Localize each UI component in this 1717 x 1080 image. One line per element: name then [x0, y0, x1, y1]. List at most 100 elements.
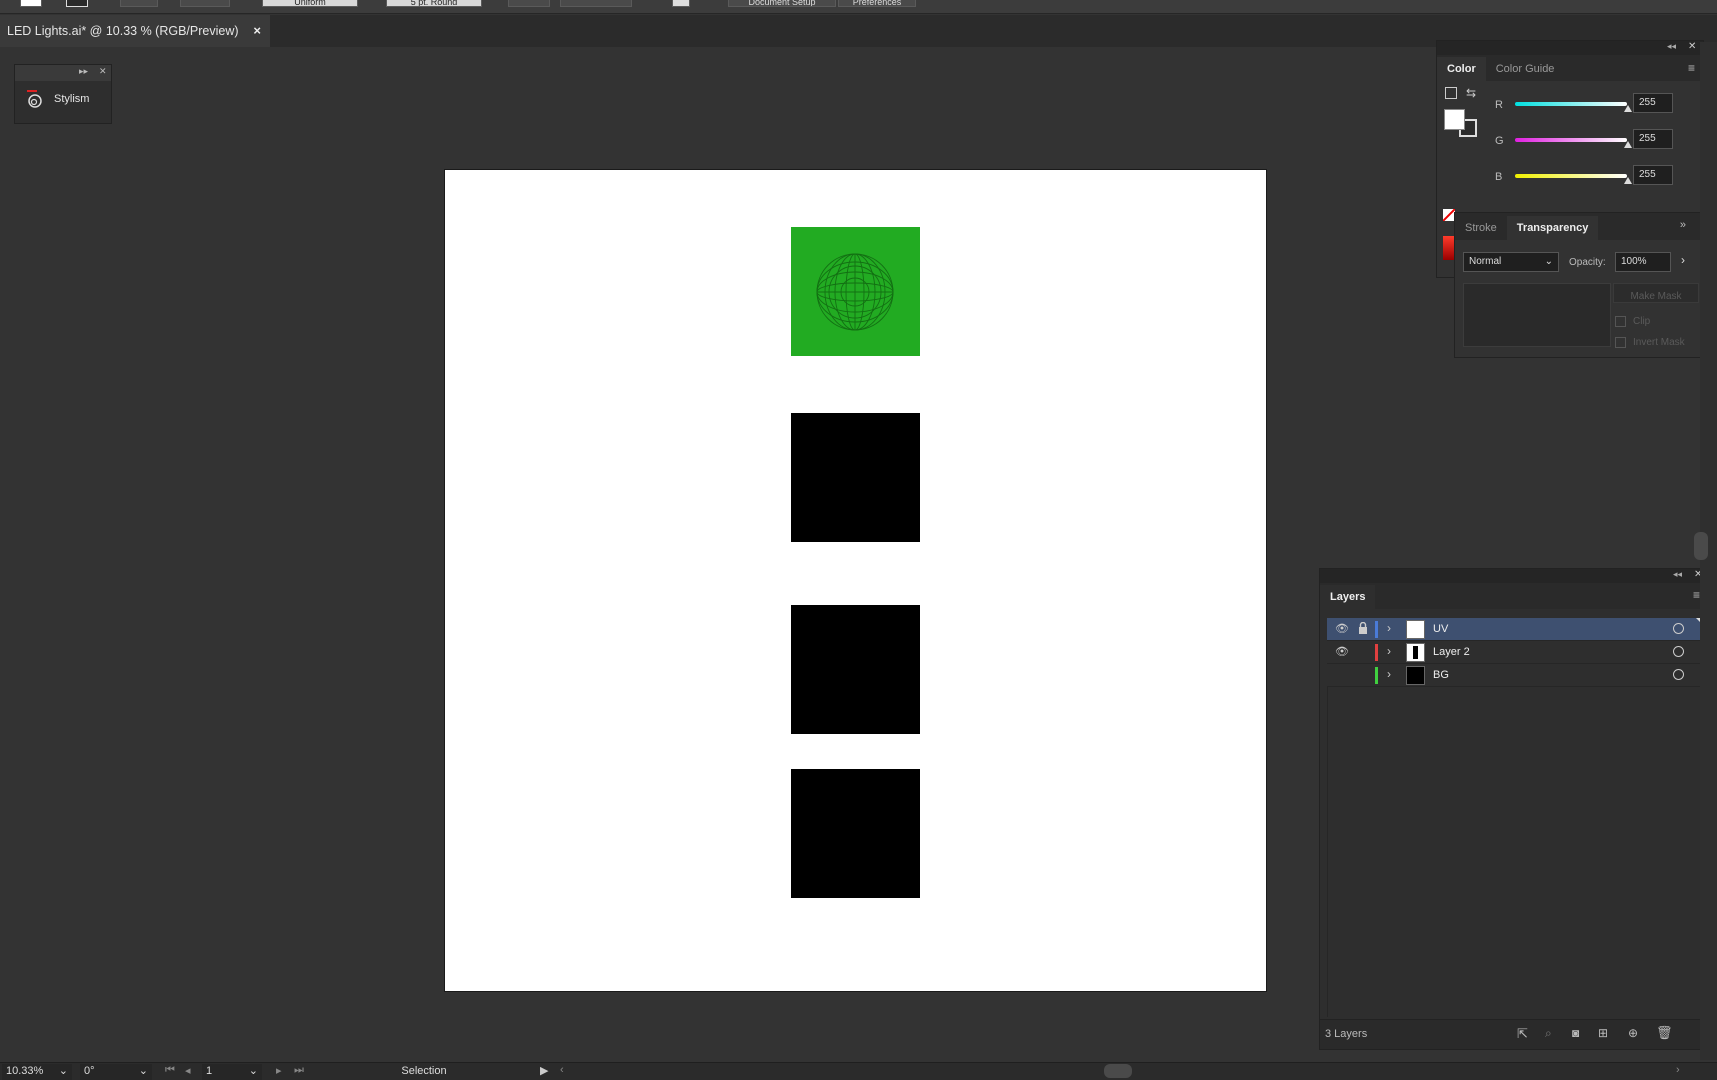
- search-icon[interactable]: ⌕: [1545, 1026, 1552, 1041]
- blue-slider-row: B 255: [1437, 165, 1697, 189]
- close-icon[interactable]: ×: [253, 23, 261, 38]
- document-tab[interactable]: LED Lights.ai* @ 10.33 % (RGB/Preview) ×: [0, 15, 270, 47]
- previous-artboard-icon[interactable]: ◂: [185, 1064, 191, 1077]
- collapse-icon[interactable]: ◂◂: [1667, 41, 1676, 52]
- blue-label: B: [1495, 171, 1503, 183]
- new-sublayer-icon[interactable]: ⊞: [1598, 1026, 1608, 1040]
- layer-thumbnail: [1406, 620, 1425, 639]
- brush-dropdown[interactable]: 5 pt. Round: [386, 0, 482, 7]
- chevron-right-icon[interactable]: ›: [1387, 667, 1391, 681]
- new-layer-icon[interactable]: ⊕: [1628, 1026, 1638, 1040]
- target-circle-icon[interactable]: [1673, 623, 1684, 634]
- eye-icon[interactable]: 👁: [1335, 645, 1349, 658]
- layer-row-layer-2[interactable]: 👁 › Layer 2: [1327, 641, 1702, 664]
- layer-name[interactable]: Layer 2: [1433, 646, 1470, 658]
- make-mask-label: Make Mask: [1630, 291, 1682, 302]
- layer-row-bg[interactable]: › BG: [1327, 664, 1702, 687]
- layer-row-uv[interactable]: 👁 › UV: [1327, 618, 1702, 641]
- control-bar: Uniform 5 pt. Round Document Setup Prefe…: [0, 0, 1717, 14]
- panel-menu-icon[interactable]: ≡: [1688, 61, 1695, 75]
- green-slider-track[interactable]: [1515, 138, 1627, 142]
- chevron-right-icon[interactable]: ›: [1387, 621, 1391, 635]
- zoom-dropdown[interactable]: 10.33% ⌄: [2, 1064, 72, 1080]
- layer-color-bar: [1375, 621, 1378, 638]
- style-dropdown[interactable]: [560, 0, 632, 7]
- arrange-icon[interactable]: [932, 0, 944, 7]
- stylism-label: Stylism: [54, 93, 90, 105]
- play-icon[interactable]: ▶: [540, 1064, 548, 1077]
- invert-mask-checkbox[interactable]: [1615, 337, 1626, 348]
- close-icon[interactable]: ✕: [1688, 41, 1696, 52]
- make-mask-button[interactable]: Make Mask: [1613, 283, 1699, 303]
- next-artboard-icon[interactable]: ▸: [276, 1064, 282, 1077]
- tab-stroke[interactable]: Stroke: [1455, 216, 1507, 240]
- green-slider-row: G 255: [1437, 129, 1697, 153]
- clip-checkbox[interactable]: [1615, 316, 1626, 327]
- vertical-scroll-thumb[interactable]: [1694, 532, 1708, 560]
- stroke-weight-field[interactable]: [180, 0, 230, 7]
- expand-icon[interactable]: ▸▸: [79, 66, 88, 77]
- stroke-swatch[interactable]: [66, 0, 88, 7]
- status-bar: 10.33% ⌄ 0° ⌄ ⏮ ◂ 1 ⌄ ▸ ⏭ Selection ▶ ‹ …: [0, 1062, 1717, 1080]
- collapse-icon[interactable]: ◂◂: [1673, 569, 1682, 580]
- first-artboard-icon[interactable]: ⏮: [165, 1064, 175, 1077]
- layers-footer: 3 Layers ⇱ ⌕ ◙ ⊞ ⊕ 🗑: [1320, 1019, 1708, 1049]
- red-slider-track[interactable]: [1515, 102, 1627, 106]
- eye-icon[interactable]: 👁: [1335, 622, 1349, 635]
- red-slider-thumb[interactable]: [1624, 105, 1632, 112]
- trash-icon[interactable]: 🗑: [1656, 1025, 1673, 1041]
- chevron-right-icon[interactable]: ›: [1387, 644, 1391, 658]
- opacity-control[interactable]: [508, 0, 550, 7]
- artboard-number-dropdown[interactable]: 1 ⌄: [202, 1064, 262, 1080]
- target-circle-icon[interactable]: [1673, 646, 1684, 657]
- opacity-field[interactable]: 100%: [1615, 252, 1671, 272]
- red-value-field[interactable]: 255: [1633, 93, 1673, 113]
- blue-value-field[interactable]: 255: [1633, 165, 1673, 185]
- scroll-right-icon[interactable]: ›: [1676, 1064, 1680, 1076]
- transparency-panel: Stroke Transparency » ≡ Normal ⌄ Opacity…: [1454, 212, 1717, 358]
- scroll-left-icon[interactable]: ‹: [560, 1064, 564, 1076]
- opacity-arrow-icon[interactable]: ›: [1681, 253, 1685, 267]
- red-slider-row: R 255: [1437, 93, 1697, 117]
- green-led-square[interactable]: [791, 227, 920, 356]
- tab-layers[interactable]: Layers: [1320, 585, 1376, 609]
- layer-name[interactable]: UV: [1433, 623, 1448, 635]
- export-icon[interactable]: ⇱: [1517, 1026, 1528, 1042]
- layers-count: 3 Layers: [1325, 1028, 1368, 1040]
- last-artboard-icon[interactable]: ⏭: [294, 1064, 304, 1077]
- preferences-button[interactable]: Preferences: [838, 0, 916, 7]
- layer-color-bar: [1375, 644, 1378, 661]
- layers-tab-row: Layers ≡: [1320, 583, 1708, 609]
- black-led-square[interactable]: [791, 769, 920, 898]
- stroke-label[interactable]: [120, 0, 158, 7]
- tab-color[interactable]: Color: [1437, 57, 1486, 81]
- stylism-item[interactable]: Stylism: [15, 81, 111, 109]
- green-slider-thumb[interactable]: [1624, 141, 1632, 148]
- black-led-square[interactable]: [791, 605, 920, 734]
- style-swatch[interactable]: [672, 0, 690, 7]
- panel-menu-icon[interactable]: ≡: [1693, 588, 1700, 602]
- blue-slider-track[interactable]: [1515, 174, 1627, 178]
- blue-slider-thumb[interactable]: [1624, 177, 1632, 184]
- horizontal-scroll-thumb[interactable]: [1104, 1064, 1132, 1078]
- clipping-mask-icon[interactable]: ◙: [1572, 1026, 1579, 1040]
- transparency-panel-tabs: Stroke Transparency » ≡: [1455, 213, 1716, 240]
- black-led-square[interactable]: [791, 413, 920, 542]
- expand-icon[interactable]: »: [1680, 219, 1686, 231]
- target-circle-icon[interactable]: [1673, 669, 1684, 680]
- tab-transparency[interactable]: Transparency: [1506, 216, 1599, 240]
- artboard[interactable]: [444, 169, 1267, 992]
- tab-color-guide[interactable]: Color Guide: [1486, 57, 1565, 81]
- document-setup-button[interactable]: Document Setup: [728, 0, 836, 7]
- uv-sphere-wireframe: [816, 253, 894, 331]
- tool-name: Selection: [401, 1065, 447, 1077]
- blend-mode-dropdown[interactable]: Normal ⌄: [1463, 252, 1559, 272]
- stroke-style-dropdown[interactable]: Uniform: [262, 0, 358, 7]
- green-value-field[interactable]: 255: [1633, 129, 1673, 149]
- lock-icon[interactable]: [1358, 622, 1368, 634]
- fill-swatch[interactable]: [20, 0, 42, 7]
- layer-name[interactable]: BG: [1433, 669, 1449, 681]
- close-icon[interactable]: ✕: [99, 66, 107, 77]
- rotation-dropdown[interactable]: 0° ⌄: [80, 1064, 152, 1080]
- stylism-panel-header[interactable]: ▸▸ ✕: [15, 65, 111, 81]
